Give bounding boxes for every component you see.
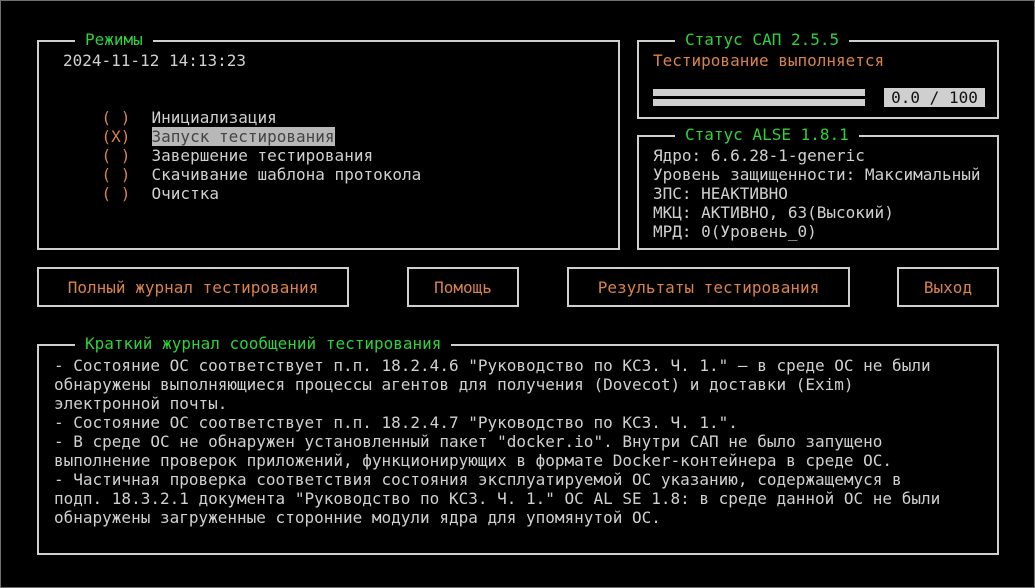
progress-bar xyxy=(653,88,865,107)
alse-status-panel: Статус ALSE 1.8.1 Ядро: 6.6.28-1-generic… xyxy=(637,125,999,250)
results-button[interactable]: Результаты тестирования xyxy=(567,267,850,307)
radio-button[interactable]: ( ) xyxy=(102,184,152,203)
sap-status-title: Статус САП 2.5.5 xyxy=(675,30,850,49)
mode-label: Очистка xyxy=(151,184,219,203)
log-panel: Краткий журнал сообщений тестирования - … xyxy=(37,334,999,555)
modes-panel-title: Режимы xyxy=(75,30,153,49)
full-log-button[interactable]: Полный журнал тестирования xyxy=(37,267,349,307)
log-line: - Частичная проверка соответствия состоя… xyxy=(54,470,902,489)
log-line: обнаружены выполняющиеся процессы агенто… xyxy=(54,375,854,394)
mkc-info: МКЦ: АКТИВНО, 63(Высокий) xyxy=(653,203,894,222)
kernel-info: Ядро: 6.6.28-1-generic xyxy=(653,146,865,165)
progress-value: 0.0 / 100 xyxy=(884,88,985,107)
log-line: электронной почты. xyxy=(54,394,228,413)
log-line: - Состояние ОС соответствует п.п. 18.2.4… xyxy=(54,413,738,432)
log-line: обнаружены загруженные сторонние модули … xyxy=(54,508,661,527)
log-line: - Состояние ОС соответствует п.п. 18.2.4… xyxy=(54,356,931,375)
zps-info: ЗПС: НЕАКТИВНО xyxy=(653,184,788,203)
help-button[interactable]: Помощь xyxy=(407,267,519,307)
sap-status-message: Тестирование выполняется xyxy=(653,51,885,70)
current-datetime: 2024-11-12 14:13:23 xyxy=(63,51,247,70)
alse-status-title: Статус ALSE 1.8.1 xyxy=(675,125,859,144)
log-line: выполнение проверок приложений, функцион… xyxy=(54,451,893,470)
progress-stripe-top xyxy=(653,89,865,96)
log-line: - В среде ОС не обнаружен установленный … xyxy=(54,432,883,451)
log-line: подп. 18.3.2.1 документа "Руководство по… xyxy=(54,489,941,508)
security-level-info: Уровень защищенности: Максимальный xyxy=(653,165,981,184)
modes-panel: Режимы 2024-11-12 14:13:23 ( ) Инициализа… xyxy=(37,30,620,250)
progress-stripe-bottom xyxy=(653,99,865,106)
log-panel-title: Краткий журнал сообщений тестирования xyxy=(75,334,452,353)
sap-status-panel: Статус САП 2.5.5 Тестирование выполняетс… xyxy=(637,30,999,119)
mrd-info: МРД: 0(Уровень_0) xyxy=(653,222,817,241)
exit-button[interactable]: Выход xyxy=(897,267,999,307)
mode-item-cleanup[interactable]: ( ) Очистка xyxy=(63,165,219,222)
